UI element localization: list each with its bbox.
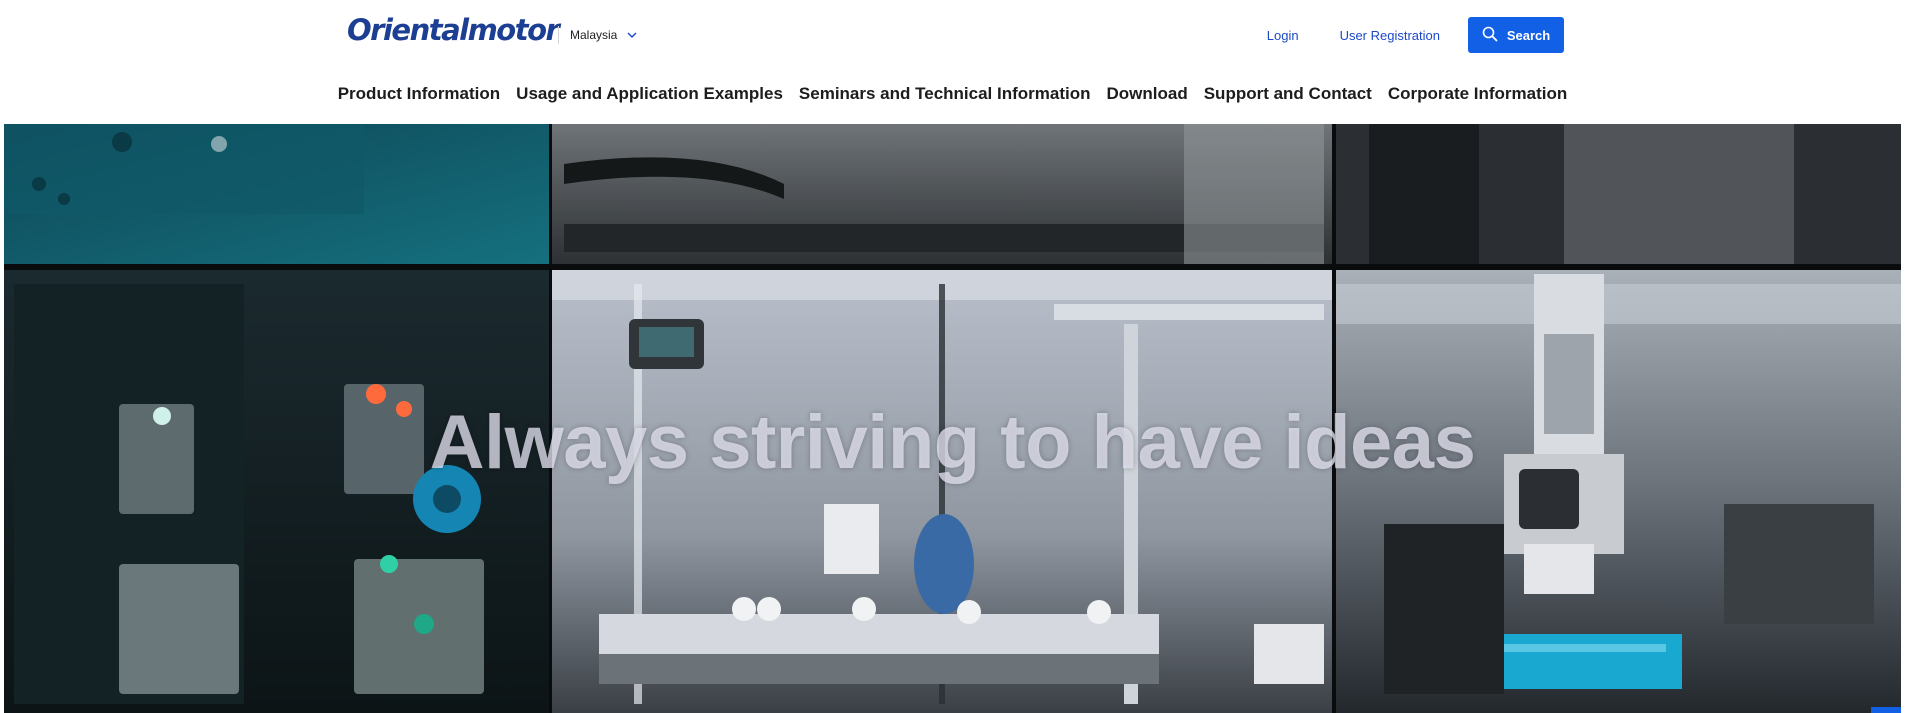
search-icon bbox=[1482, 26, 1507, 45]
login-link[interactable]: Login bbox=[1263, 28, 1303, 43]
nav-product-information[interactable]: Product Information bbox=[330, 84, 508, 104]
region-label: Malaysia bbox=[570, 28, 618, 42]
user-registration-link[interactable]: User Registration bbox=[1336, 28, 1444, 43]
nav-support-contact[interactable]: Support and Contact bbox=[1196, 84, 1380, 104]
search-button[interactable]: Search bbox=[1468, 17, 1564, 53]
oriental-motor-logo[interactable]: Orientalmotor bbox=[347, 16, 560, 45]
site-header: Orientalmotor Malaysia Login User Regist… bbox=[0, 0, 1905, 124]
hero-slide-control[interactable] bbox=[1871, 707, 1901, 713]
utility-links: Login User Registration Search bbox=[1263, 17, 1564, 53]
nav-corporate-information[interactable]: Corporate Information bbox=[1380, 84, 1575, 104]
nav-seminars-technical-information[interactable]: Seminars and Technical Information bbox=[791, 84, 1099, 104]
search-button-label: Search bbox=[1506, 27, 1551, 43]
chevron-down-icon bbox=[626, 29, 638, 41]
hero-headline: Always striving to have ideas bbox=[429, 400, 1476, 485]
nav-download[interactable]: Download bbox=[1099, 84, 1196, 104]
region-selector[interactable]: Malaysia bbox=[558, 26, 638, 44]
hero-video[interactable]: Always striving to have ideas bbox=[4, 124, 1901, 713]
nav-usage-application-examples[interactable]: Usage and Application Examples bbox=[508, 84, 791, 104]
main-nav: Product Information Usage and Applicatio… bbox=[0, 80, 1905, 108]
